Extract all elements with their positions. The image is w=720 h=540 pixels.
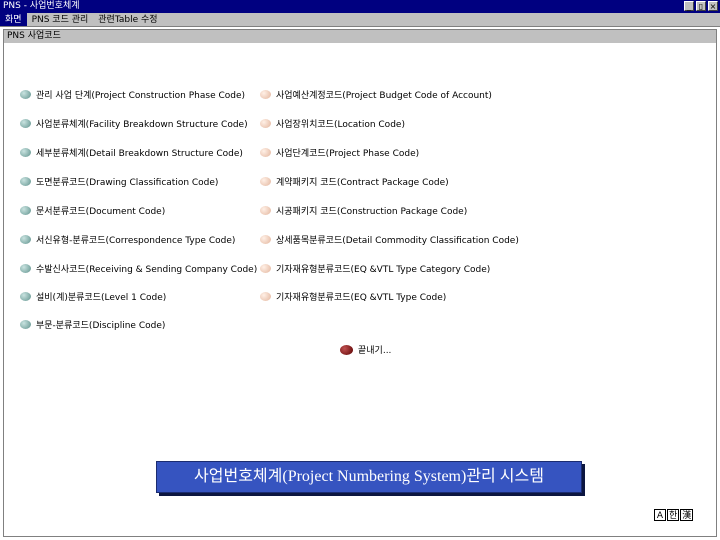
minimize-button[interactable]: _	[684, 1, 694, 11]
code-item-label: 세부분류체계(Detail Breakdown Structure Code)	[36, 149, 243, 159]
code-item-label: 부문-분류코드(Discipline Code)	[36, 321, 166, 331]
close-button[interactable]: ×	[708, 1, 718, 11]
code-item-label: 시공패키지 코드(Construction Package Code)	[276, 207, 468, 217]
code-item-label: 계약패키지 코드(Contract Package Code)	[276, 178, 449, 188]
bullet-icon	[260, 90, 271, 99]
code-item-budget-account[interactable]: 사업예산계정코드(Project Budget Code of Account)	[260, 88, 492, 101]
title-bar[interactable]: PNS - 사업번호체계 _ ▯ ×	[0, 0, 720, 13]
code-item-label: 기자재유형분류코드(EQ &VTL Type Code)	[276, 293, 447, 303]
code-item-label: 도면분류코드(Drawing Classification Code)	[36, 178, 219, 188]
code-item-drawing-classification[interactable]: 도면분류코드(Drawing Classification Code)	[20, 175, 218, 188]
code-item-construction-package[interactable]: 시공패키지 코드(Construction Package Code)	[260, 204, 467, 217]
window-title: PNS - 사업번호체계	[3, 1, 80, 11]
bullet-icon	[260, 119, 271, 128]
bullet-icon	[260, 292, 271, 301]
code-item-location[interactable]: 사업장위치코드(Location Code)	[260, 117, 405, 130]
code-item-project-phase[interactable]: 사업단계코드(Project Phase Code)	[260, 146, 419, 159]
bullet-icon	[260, 206, 271, 215]
bullet-icon	[260, 148, 271, 157]
bullet-icon	[260, 235, 271, 244]
code-item-label: 관리 사업 단계(Project Construction Phase Code…	[36, 91, 246, 101]
menu-item-screen[interactable]: 화면	[0, 13, 27, 26]
code-item-discipline[interactable]: 부문-분류코드(Discipline Code)	[20, 318, 165, 331]
menu-item-related-table-edit[interactable]: 관련Table 수정	[93, 13, 162, 26]
maximize-button[interactable]: ▯	[696, 1, 706, 11]
code-item-label: 설비(계)분류코드(Level 1 Code)	[36, 293, 167, 303]
code-item-project-construction-phase[interactable]: 관리 사업 단계(Project Construction Phase Code…	[20, 88, 245, 101]
code-item-eq-type[interactable]: 기자재유형분류코드(EQ &VTL Type Code)	[260, 290, 446, 303]
code-item-document[interactable]: 문서분류코드(Document Code)	[20, 204, 165, 217]
code-item-label: 사업분류체계(Facility Breakdown Structure Code…	[36, 120, 248, 130]
bullet-icon	[340, 344, 353, 355]
code-item-detail-commodity[interactable]: 상세품목분류코드(Detail Commodity Classification…	[260, 233, 519, 246]
input-mode-english[interactable]: A	[654, 509, 666, 521]
code-item-correspondence-type[interactable]: 서신유형-분류코드(Correspondence Type Code)	[20, 233, 235, 246]
bullet-icon	[20, 292, 31, 301]
exit-button[interactable]: 끝내기...	[340, 343, 391, 356]
bullet-icon	[20, 119, 31, 128]
exit-label: 끝내기...	[358, 346, 392, 356]
code-item-contract-package[interactable]: 계약패키지 코드(Contract Package Code)	[260, 175, 449, 188]
code-item-receiving-sending-company[interactable]: 수발신사코드(Receiving & Sending Company Code)	[20, 262, 257, 275]
code-item-level-1[interactable]: 설비(계)분류코드(Level 1 Code)	[20, 290, 166, 303]
code-item-label: 사업장위치코드(Location Code)	[276, 120, 405, 130]
bullet-icon	[20, 264, 31, 273]
system-title-banner: 사업번호체계(Project Numbering System)관리 시스템	[156, 461, 582, 493]
input-mode-hanja[interactable]: 漢	[680, 509, 694, 521]
bullet-icon	[20, 148, 31, 157]
code-item-label: 문서분류코드(Document Code)	[36, 207, 166, 217]
app-window: PNS - 사업번호체계 _ ▯ × 16 화면 PNS 코드 관리 관련Tab…	[0, 0, 720, 540]
bullet-icon	[20, 90, 31, 99]
code-item-label: 수발신사코드(Receiving & Sending Company Code)	[36, 265, 258, 275]
code-item-label: 서신유형-분류코드(Correspondence Type Code)	[36, 236, 236, 246]
code-item-eq-type-category[interactable]: 기자재유형분류코드(EQ &VTL Type Category Code)	[260, 262, 490, 275]
code-item-label: 기자재유형분류코드(EQ &VTL Type Category Code)	[276, 265, 491, 275]
menu-item-pns-code-management[interactable]: PNS 코드 관리	[27, 13, 94, 26]
bullet-icon	[260, 177, 271, 186]
bullet-icon	[20, 206, 31, 215]
code-item-label: 상세품목분류코드(Detail Commodity Classification…	[276, 236, 519, 246]
code-item-detail-breakdown[interactable]: 세부분류체계(Detail Breakdown Structure Code)	[20, 146, 243, 159]
bullet-icon	[20, 320, 31, 329]
menu-bar: 화면 PNS 코드 관리 관련Table 수정	[0, 13, 720, 27]
code-item-facility-breakdown[interactable]: 사업분류체계(Facility Breakdown Structure Code…	[20, 117, 248, 130]
code-item-label: 사업단계코드(Project Phase Code)	[276, 149, 420, 159]
panel-title: PNS 사업코드	[4, 30, 716, 43]
bullet-icon	[260, 264, 271, 273]
bullet-icon	[20, 177, 31, 186]
code-item-label: 사업예산계정코드(Project Budget Code of Account)	[276, 91, 492, 101]
window-controls: _ ▯ ×	[684, 1, 718, 11]
bullet-icon	[20, 235, 31, 244]
status-indicators: A 한 漢	[654, 509, 694, 521]
input-mode-hangul[interactable]: 한	[667, 509, 680, 521]
